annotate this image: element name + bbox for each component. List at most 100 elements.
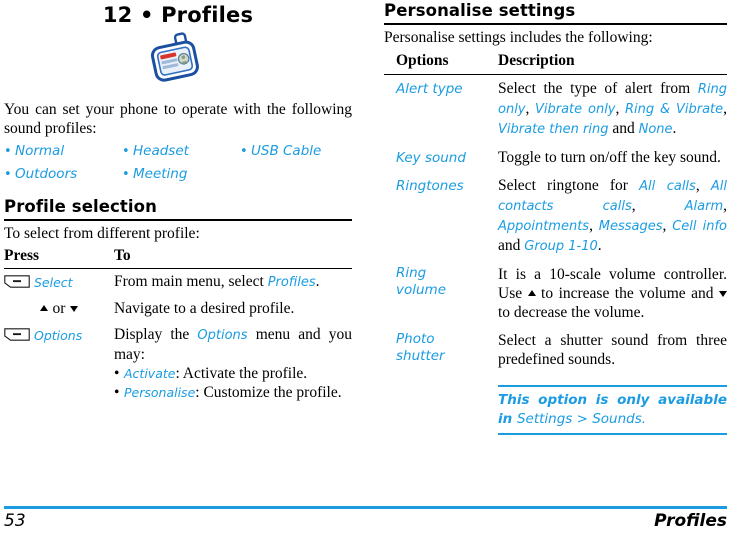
- note-box: This option is only available in Setting…: [498, 385, 727, 435]
- option-label-line: Ring: [396, 265, 427, 281]
- note-spacer: [384, 374, 498, 440]
- description-cell: It is a 10-scale volume controller. Use …: [498, 261, 727, 327]
- softkey-label: Options: [34, 327, 83, 343]
- press-cell: Options: [4, 322, 114, 406]
- or-label: or: [52, 300, 66, 317]
- section-rule: [384, 23, 727, 25]
- to-cell: From main menu, select Profiles.: [114, 269, 352, 297]
- profile-name: USB Cable: [251, 143, 322, 159]
- description-text: ,: [589, 217, 599, 234]
- to-text: Display the: [114, 326, 198, 343]
- note-row: This option is only available in Setting…: [384, 374, 727, 440]
- right-column: Personalise settings Personalise setting…: [384, 0, 727, 440]
- bullet-icon: •: [4, 167, 12, 182]
- option-label: Alert type: [396, 81, 463, 97]
- profiles-row: • Normal • Headset • USB Cable: [4, 140, 352, 163]
- description-text: ,: [615, 100, 625, 117]
- option-cell: Alert type: [384, 75, 498, 145]
- arrow-down-icon: [69, 306, 78, 313]
- press-cell-navigate: or: [4, 296, 114, 322]
- description-highlight: Messages: [598, 219, 663, 234]
- list-item: • Normal: [4, 140, 122, 163]
- page-title: 12 • Profiles: [102, 3, 254, 27]
- table-row: Ringtones Select ringtone for All calls,…: [384, 172, 727, 261]
- intro-paragraph: You can set your phone to operate with t…: [4, 101, 352, 137]
- option-label: Photo shutter: [396, 331, 492, 365]
- bullet-icon: •: [122, 167, 130, 182]
- option-cell: Ring volume: [384, 261, 498, 327]
- option-label-line: shutter: [396, 348, 445, 364]
- table-row: Select From main menu, select Profiles.: [4, 269, 352, 297]
- personalise-settings-table: Options Description Alert type Select th…: [384, 50, 727, 440]
- arrow-up-icon: [40, 305, 49, 312]
- id-badge-icon: [4, 32, 352, 94]
- sub-item-text: : Activate the profile.: [175, 365, 308, 382]
- option-label-line: volume: [396, 282, 447, 298]
- option-cell: Photo shutter: [384, 327, 498, 374]
- list-item: Activate: Activate the profile.: [114, 364, 352, 383]
- description-text: Select the type of alert from: [498, 80, 698, 97]
- list-item: • Outdoors: [4, 163, 122, 186]
- table-row: Key sound Toggle to turn on/off the key …: [384, 144, 727, 172]
- column-header-description: Description: [498, 50, 727, 75]
- left-softkey-icon: [4, 275, 30, 289]
- section-rule: [4, 219, 352, 221]
- description-text: and: [608, 120, 639, 137]
- note-rest: Settings > Sounds.: [516, 411, 647, 427]
- column-header-options: Options: [384, 50, 498, 75]
- list-item: • USB Cable: [240, 140, 350, 163]
- description-text: Select a shutter sound from three predef…: [498, 332, 727, 368]
- description-text: ,: [631, 197, 685, 214]
- softkey-label: Select: [34, 274, 73, 290]
- list-item: • Headset: [122, 140, 240, 163]
- description-highlight: Ring & Vibrate: [625, 102, 724, 117]
- description-cell: Select a shutter sound from three predef…: [498, 327, 727, 374]
- bullet-icon: •: [122, 144, 130, 159]
- column-header-press: Press: [4, 246, 114, 269]
- description-text: Select ringtone for: [498, 177, 640, 194]
- left-column: 12 • Profiles You can set your phone to …: [4, 0, 352, 406]
- options-sublist: Activate: Activate the profile. Personal…: [114, 364, 352, 402]
- description-text: Toggle to turn on/off the key sound.: [498, 149, 721, 166]
- profile-name: Meeting: [133, 166, 188, 182]
- bullet-icon: •: [240, 144, 248, 159]
- volume-text-end: to decrease the volume.: [498, 304, 645, 321]
- list-item: • Meeting: [122, 163, 240, 186]
- description-text: ,: [723, 197, 727, 214]
- description-text: ,: [695, 177, 711, 194]
- to-text-highlight: Options: [197, 328, 248, 343]
- footer-chapter-name: Profiles: [654, 511, 727, 531]
- arrow-up-icon: [527, 290, 536, 297]
- list-item: Personalise: Customize the profile.: [114, 383, 352, 402]
- column-header-to: To: [114, 246, 352, 269]
- footer-rule: [4, 506, 727, 509]
- description-cell: Select ringtone for All calls, All conta…: [498, 172, 727, 261]
- description-highlight: Group 1-10: [524, 239, 598, 254]
- to-text-highlight: Profiles: [267, 275, 316, 290]
- description-text: .: [672, 120, 677, 137]
- left-softkey-icon: [4, 328, 30, 342]
- option-label: Ring volume: [396, 265, 492, 299]
- profile-name: Normal: [15, 143, 65, 159]
- table-row: or Navigate to a desired profile.: [4, 296, 352, 322]
- description-highlight: Appointments: [498, 219, 590, 234]
- description-highlight: Vibrate then ring: [498, 122, 609, 137]
- table-header-row: Press To: [4, 246, 352, 269]
- option-cell: Ringtones: [384, 172, 498, 261]
- page-footer: 53 Profiles: [4, 506, 727, 531]
- option-label-line: Photo: [396, 331, 435, 347]
- arrow-down-icon: [719, 291, 727, 298]
- description-cell: Toggle to turn on/off the key sound.: [498, 144, 727, 172]
- profile-name: Headset: [133, 143, 189, 159]
- sub-item-label: Personalise: [124, 385, 196, 400]
- press-cell: Select: [4, 269, 114, 297]
- table-header-row: Options Description: [384, 50, 727, 75]
- description-text: and: [498, 237, 525, 254]
- note-cell: This option is only available in Setting…: [498, 374, 727, 440]
- description-highlight: None: [638, 122, 673, 137]
- note-text: This option is only available in Setting…: [498, 391, 727, 429]
- option-label: Key sound: [396, 150, 466, 166]
- profiles-list: • Normal • Headset • USB Cable • Outdoors • Meet…: [4, 140, 352, 186]
- section-heading-profile-selection: Profile selection: [4, 197, 157, 216]
- to-cell: Navigate to a desired profile.: [114, 300, 295, 317]
